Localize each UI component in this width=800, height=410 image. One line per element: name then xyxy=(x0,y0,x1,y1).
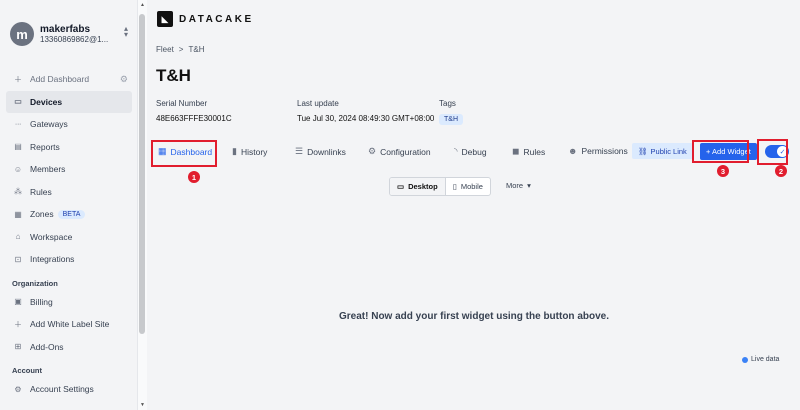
beta-badge: BETA xyxy=(57,209,86,219)
sidebar-nav: ＋ Add Dashboard ⚙ ▭ Devices ᐧᐧᐧ Gateways… xyxy=(6,68,132,401)
report-icon: ▤ xyxy=(14,142,22,152)
sidebar-item-members[interactable]: ☺ Members xyxy=(6,158,132,181)
billing-icon: ▣ xyxy=(14,297,22,307)
chevron-down-icon: ▾ xyxy=(527,181,531,190)
tab-downlinks[interactable]: ☰ Downlinks xyxy=(295,146,346,157)
link-icon: ⛓ xyxy=(638,146,648,156)
last-update-block: Last update Tue Jul 30, 2024 08:49:30 GM… xyxy=(297,99,435,123)
sidebar-item-add-dashboard[interactable]: ＋ Add Dashboard ⚙ xyxy=(6,68,132,91)
sliders-icon: ☰ xyxy=(295,146,304,156)
plus-icon: ＋ xyxy=(14,319,22,329)
public-link-button[interactable]: ⛓ Public Link xyxy=(632,143,693,159)
sidebar-item-white-label[interactable]: ＋ Add White Label Site xyxy=(6,313,132,336)
page-title: T&H xyxy=(156,66,191,85)
empty-dashboard-message: Great! Now add your first widget using t… xyxy=(338,311,609,322)
breadcrumb-current: T&H xyxy=(188,45,205,54)
tags-block: Tags T&H xyxy=(439,99,463,125)
workspace-icon: ⌂ xyxy=(15,232,21,242)
avatar: m xyxy=(10,22,34,46)
account-switcher[interactable]: m makerfabs 13360869862@1... ▴ ▾ xyxy=(10,18,132,50)
plus-icon: ＋ xyxy=(14,74,22,84)
live-dot-icon xyxy=(742,356,748,363)
tab-permissions[interactable]: ☻ Permissions xyxy=(568,146,628,156)
serial-number-value: 48E663FFFE30001C xyxy=(156,114,232,123)
sidebar-item-gateways[interactable]: ᐧᐧᐧ Gateways xyxy=(6,113,132,136)
sidebar-item-addons[interactable]: ⊞ Add-Ons xyxy=(6,336,132,359)
sidebar-item-billing[interactable]: ▣ Billing xyxy=(6,291,132,314)
gear-icon[interactable]: ⚙ xyxy=(120,74,128,85)
highlight-dashboard xyxy=(151,140,217,167)
marker-3: 3 xyxy=(717,165,729,177)
sidebar-item-account-settings[interactable]: ⚙ Account Settings xyxy=(6,378,132,401)
chevron-updown-icon[interactable]: ▴ ▾ xyxy=(124,24,128,38)
gear-icon: ⚙ xyxy=(368,146,377,156)
datacake-logo-icon: ◣ xyxy=(157,11,173,27)
last-update-value: Tue Jul 30, 2024 08:49:30 GMT+08:00 xyxy=(297,114,435,123)
members-icon: ☺ xyxy=(13,164,23,174)
breadcrumb: Fleet > T&H xyxy=(156,45,204,54)
sidebar-item-devices[interactable]: ▭ Devices xyxy=(6,90,132,113)
user-email: 13360869862@1... xyxy=(40,35,109,45)
scroll-thumb[interactable] xyxy=(139,14,145,334)
users-icon: ☻ xyxy=(568,146,578,156)
sidebar-scrollbar[interactable]: ▲ ▼ xyxy=(138,0,147,410)
bar-chart-icon: ▮ xyxy=(232,146,237,156)
chat-icon: ◼ xyxy=(512,146,520,156)
sidebar-item-integrations[interactable]: ⊡ Integrations xyxy=(6,248,132,271)
tab-rules[interactable]: ◼ Rules xyxy=(512,146,545,157)
highlight-toggle xyxy=(757,139,788,165)
tab-debug[interactable]: ◝ Debug xyxy=(454,146,487,157)
tag-badge[interactable]: T&H xyxy=(439,114,463,125)
tab-history[interactable]: ▮ History xyxy=(232,146,267,157)
view-switch: ▭ Desktop ▯ Mobile xyxy=(389,177,491,196)
sidebar-item-reports[interactable]: ▤ Reports xyxy=(6,136,132,159)
map-icon: ▦ xyxy=(14,209,22,219)
main-content: ◣ DATACAKE Fleet > T&H T&H Serial Number… xyxy=(148,0,800,410)
sidebar: m makerfabs 13360869862@1... ▴ ▾ ＋ Add Da… xyxy=(0,0,138,410)
marker-1: 1 xyxy=(188,171,200,183)
user-name: makerfabs xyxy=(40,23,91,35)
sidebar-item-workspace[interactable]: ⌂ Workspace xyxy=(6,226,132,249)
monitor-icon: ▭ xyxy=(397,182,405,191)
phone-icon: ▯ xyxy=(452,182,457,191)
gear-icon: ⚙ xyxy=(14,384,22,394)
sidebar-item-zones[interactable]: ▦ Zones BETA xyxy=(6,203,132,226)
breadcrumb-separator: > xyxy=(178,45,184,54)
mobile-view-button[interactable]: ▯ Mobile xyxy=(446,178,490,195)
brand-logo[interactable]: ◣ DATACAKE xyxy=(157,11,254,27)
breadcrumb-fleet[interactable]: Fleet xyxy=(156,45,174,54)
device-icon: ▭ xyxy=(14,97,22,107)
gateway-icon: ᐧᐧᐧ xyxy=(14,119,22,129)
scroll-down-arrow-icon[interactable]: ▼ xyxy=(139,402,146,408)
sidebar-item-rules[interactable]: ⁂ Rules xyxy=(6,181,132,204)
marker-2: 2 xyxy=(775,165,787,177)
scroll-up-arrow-icon[interactable]: ▲ xyxy=(139,2,146,8)
section-organization: Organization xyxy=(12,278,58,288)
more-dropdown[interactable]: More ▾ xyxy=(506,181,531,190)
addons-icon: ⊞ xyxy=(14,342,22,352)
integrations-icon: ⊡ xyxy=(14,254,22,264)
serial-number-block: Serial Number 48E663FFFE30001C xyxy=(156,99,232,123)
highlight-add-widget xyxy=(692,140,749,163)
tab-configuration[interactable]: ⚙ Configuration xyxy=(368,146,431,157)
section-account: Account xyxy=(12,366,42,375)
desktop-view-button[interactable]: ▭ Desktop xyxy=(390,178,446,195)
wifi-icon: ◝ xyxy=(454,146,458,156)
rules-icon: ⁂ xyxy=(14,187,22,197)
live-data-indicator: Live data xyxy=(742,356,779,363)
